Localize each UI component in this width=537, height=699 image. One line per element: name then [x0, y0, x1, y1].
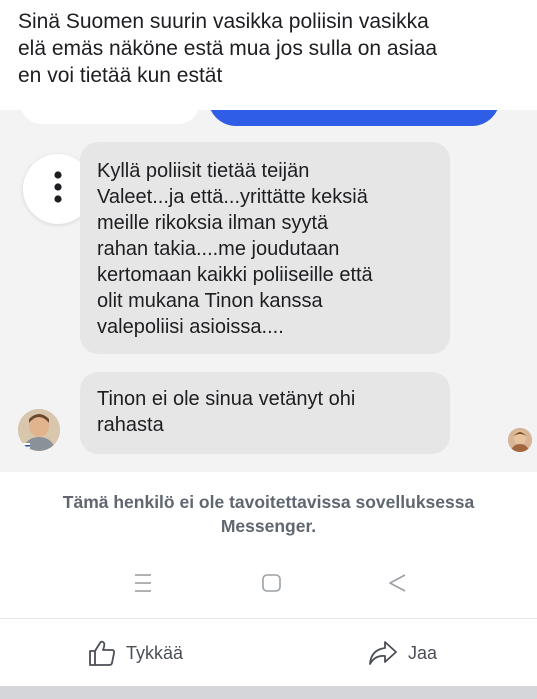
post-actions-bar: Tykkää Jaa	[0, 618, 537, 687]
caption-line: en voi tietää kun estät	[18, 64, 223, 87]
received-message-bubble: Kyllä poliisit tietää teijän Valeet...ja…	[80, 142, 450, 354]
message-line: meille rikoksia ilman syytä	[97, 212, 329, 234]
like-button[interactable]: Tykkää	[88, 637, 183, 669]
recent-apps-icon[interactable]	[134, 572, 152, 594]
caption-line: elä emäs näköne estä mua jos sulla on as…	[18, 37, 438, 60]
share-label: Jaa	[408, 642, 438, 663]
unavailable-notice: Tämä henkilö ei ole tavoitettavissa sove…	[0, 490, 537, 538]
sent-message-bubble	[208, 110, 500, 126]
back-icon[interactable]	[386, 572, 408, 594]
share-arrow-icon	[369, 641, 397, 665]
message-line: Kyllä poliisit tietää teijän	[97, 160, 310, 182]
message-line: rahan takia....me joudutaan	[97, 238, 340, 260]
more-vertical-icon	[54, 171, 62, 203]
notice-line: Tämä henkilö ei ole tavoitettavissa sove…	[62, 492, 475, 512]
previous-message-bubble	[20, 110, 200, 124]
received-message-bubble: Tinon ei ole sinua vetänyt ohi rahasta	[80, 372, 450, 454]
message-line: kertomaan kaikki poliiseille että	[97, 264, 373, 286]
home-icon[interactable]	[261, 572, 283, 594]
share-button[interactable]: Jaa	[368, 637, 437, 669]
caption-line: Sinä Suomen suurin vasikka poliisin vasi…	[18, 10, 429, 33]
seen-receipt-avatar	[508, 428, 532, 452]
message-line: Tinon ei ole sinua vetänyt ohi	[97, 388, 356, 410]
message-line: rahasta	[97, 414, 164, 436]
message-line: olit mukana Tinon kanssa	[97, 290, 323, 312]
like-label: Tykkää	[126, 642, 184, 663]
message-line: Valeet...ja että...yrittätte keksiä	[97, 186, 368, 208]
post-caption: Sinä Suomen suurin vasikka poliisin vasi…	[18, 8, 523, 89]
message-line: valepoliisi asioissa....	[97, 316, 284, 338]
notice-line: Messenger.	[220, 516, 317, 536]
thumbs-up-icon	[89, 640, 115, 666]
bottom-divider	[0, 686, 537, 699]
sender-avatar[interactable]	[18, 409, 60, 451]
android-nav-bar	[0, 570, 537, 600]
chat-screenshot: Kyllä poliisit tietää teijän Valeet...ja…	[0, 110, 537, 472]
